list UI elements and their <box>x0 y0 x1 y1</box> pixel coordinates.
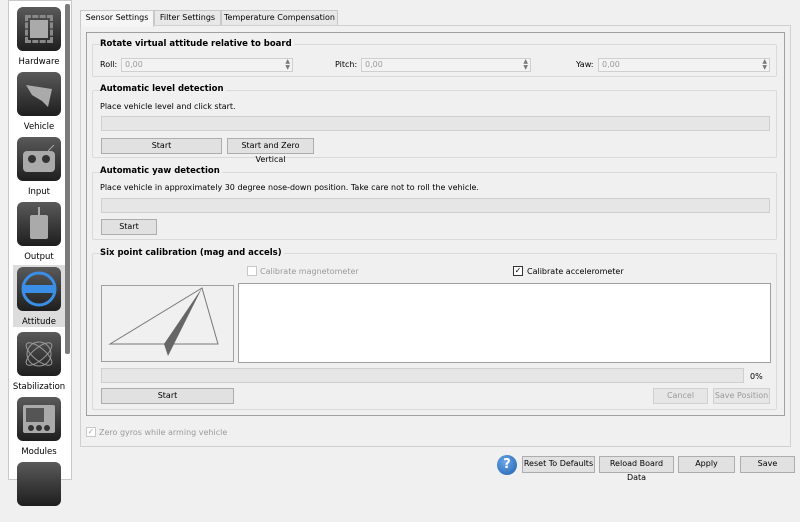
yaw-instructions: Place vehicle in approximately 30 degree… <box>100 183 479 192</box>
rotate-group-title: Rotate virtual attitude relative to boar… <box>100 39 294 49</box>
motor-icon <box>17 202 61 246</box>
spin-arrows-icon[interactable]: ▲ ▼ <box>523 59 528 71</box>
spin-arrows-icon[interactable]: ▲ ▼ <box>762 59 767 71</box>
sidebar-item-label: Vehicle <box>23 122 55 132</box>
sidebar-item-modules[interactable]: Modules <box>13 395 65 457</box>
yaw-value: 0,00 <box>602 60 620 69</box>
sidebar-item-label: Modules <box>21 447 57 457</box>
sidebar-item-label: Hardware <box>18 57 60 67</box>
aircraft-icon <box>17 72 61 116</box>
zero-gyros-label: Zero gyros while arming vehicle <box>99 428 228 437</box>
modules-icon <box>17 397 61 441</box>
calibrate-accelerometer-checkbox[interactable]: ✓ <box>513 266 523 276</box>
six-point-group-title: Six point calibration (mag and accels) <box>100 248 284 258</box>
roll-value: 0,00 <box>125 60 143 69</box>
level-icon <box>17 267 61 311</box>
sidebar-item-more[interactable] <box>13 460 65 522</box>
pitch-label: Pitch: <box>335 60 358 69</box>
tab-temperature-compensation[interactable]: Temperature Compensation <box>221 10 338 26</box>
roll-label: Roll: <box>100 60 118 69</box>
yaw-spinbox[interactable]: 0,00 ▲ ▼ <box>598 58 770 72</box>
sidebar-item-output[interactable]: Output <box>13 200 65 262</box>
pitch-spinbox[interactable]: 0,00 ▲ ▼ <box>361 58 531 72</box>
start-zero-vertical-button[interactable]: Start and Zero Vertical <box>227 138 314 164</box>
tab-sensor-settings[interactable]: Sensor Settings <box>80 10 154 27</box>
level-progress-bar <box>101 116 770 131</box>
pitch-value: 0,00 <box>365 60 383 69</box>
six-point-progress-bar <box>101 368 744 383</box>
sidebar-item-stabilization[interactable]: Stabilization <box>13 330 65 392</box>
sidebar-item-attitude[interactable]: Attitude <box>13 265 65 327</box>
paper-plane-icon <box>108 287 219 356</box>
six-point-progress-label: 0% <box>750 372 763 381</box>
gyro-icon <box>17 332 61 376</box>
sidebar-item-label: Attitude <box>21 317 57 327</box>
calibrate-magnetometer-label: Calibrate magnetometer <box>260 267 359 276</box>
sidebar-item-hardware[interactable]: Hardware <box>13 5 65 67</box>
apply-button[interactable]: Apply <box>678 456 735 473</box>
tab-filter-settings[interactable]: Filter Settings <box>154 10 221 26</box>
transmitter-icon <box>17 137 61 181</box>
six-point-start-button[interactable]: Start <box>101 388 234 404</box>
save-position-button[interactable]: Save Position <box>713 388 770 404</box>
help-icon[interactable]: ? <box>497 455 517 475</box>
level-instructions: Place vehicle level and click start. <box>100 102 236 111</box>
sidebar-item-label: Stabilization <box>12 382 66 392</box>
calibration-orientation-image <box>101 285 234 362</box>
save-button[interactable]: Save <box>740 456 795 473</box>
level-group-title: Automatic level detection <box>100 84 226 94</box>
sidebar-scrollbar[interactable] <box>65 4 70 354</box>
sidebar-item-label: Input <box>27 187 50 197</box>
cancel-button[interactable]: Cancel <box>653 388 708 404</box>
sidebar-item-vehicle[interactable]: Vehicle <box>13 70 65 132</box>
yaw-start-button[interactable]: Start <box>101 219 157 235</box>
reload-board-data-button[interactable]: Reload Board Data <box>599 456 674 482</box>
sidebar-item-input[interactable]: Input <box>13 135 65 197</box>
roll-spinbox[interactable]: 0,00 ▲ ▼ <box>121 58 293 72</box>
reset-to-defaults-button[interactable]: Reset To Defaults <box>522 456 595 473</box>
yaw-group-title: Automatic yaw detection <box>100 166 222 176</box>
chip-icon <box>17 7 61 51</box>
more-module-icon <box>17 462 61 506</box>
calibrate-accelerometer-label: Calibrate accelerometer <box>527 267 624 276</box>
zero-gyros-checkbox[interactable]: ✓ <box>86 427 96 437</box>
sidebar: Hardware Vehicle Input Output Attitude S… <box>8 0 72 506</box>
spin-arrows-icon[interactable]: ▲ ▼ <box>285 59 290 71</box>
calibration-log-textarea[interactable] <box>238 283 771 363</box>
yaw-progress-bar <box>101 198 770 213</box>
sidebar-item-label: Output <box>24 252 54 262</box>
level-start-button[interactable]: Start <box>101 138 222 154</box>
yaw-label: Yaw: <box>576 60 594 69</box>
calibrate-magnetometer-checkbox[interactable] <box>247 266 257 276</box>
